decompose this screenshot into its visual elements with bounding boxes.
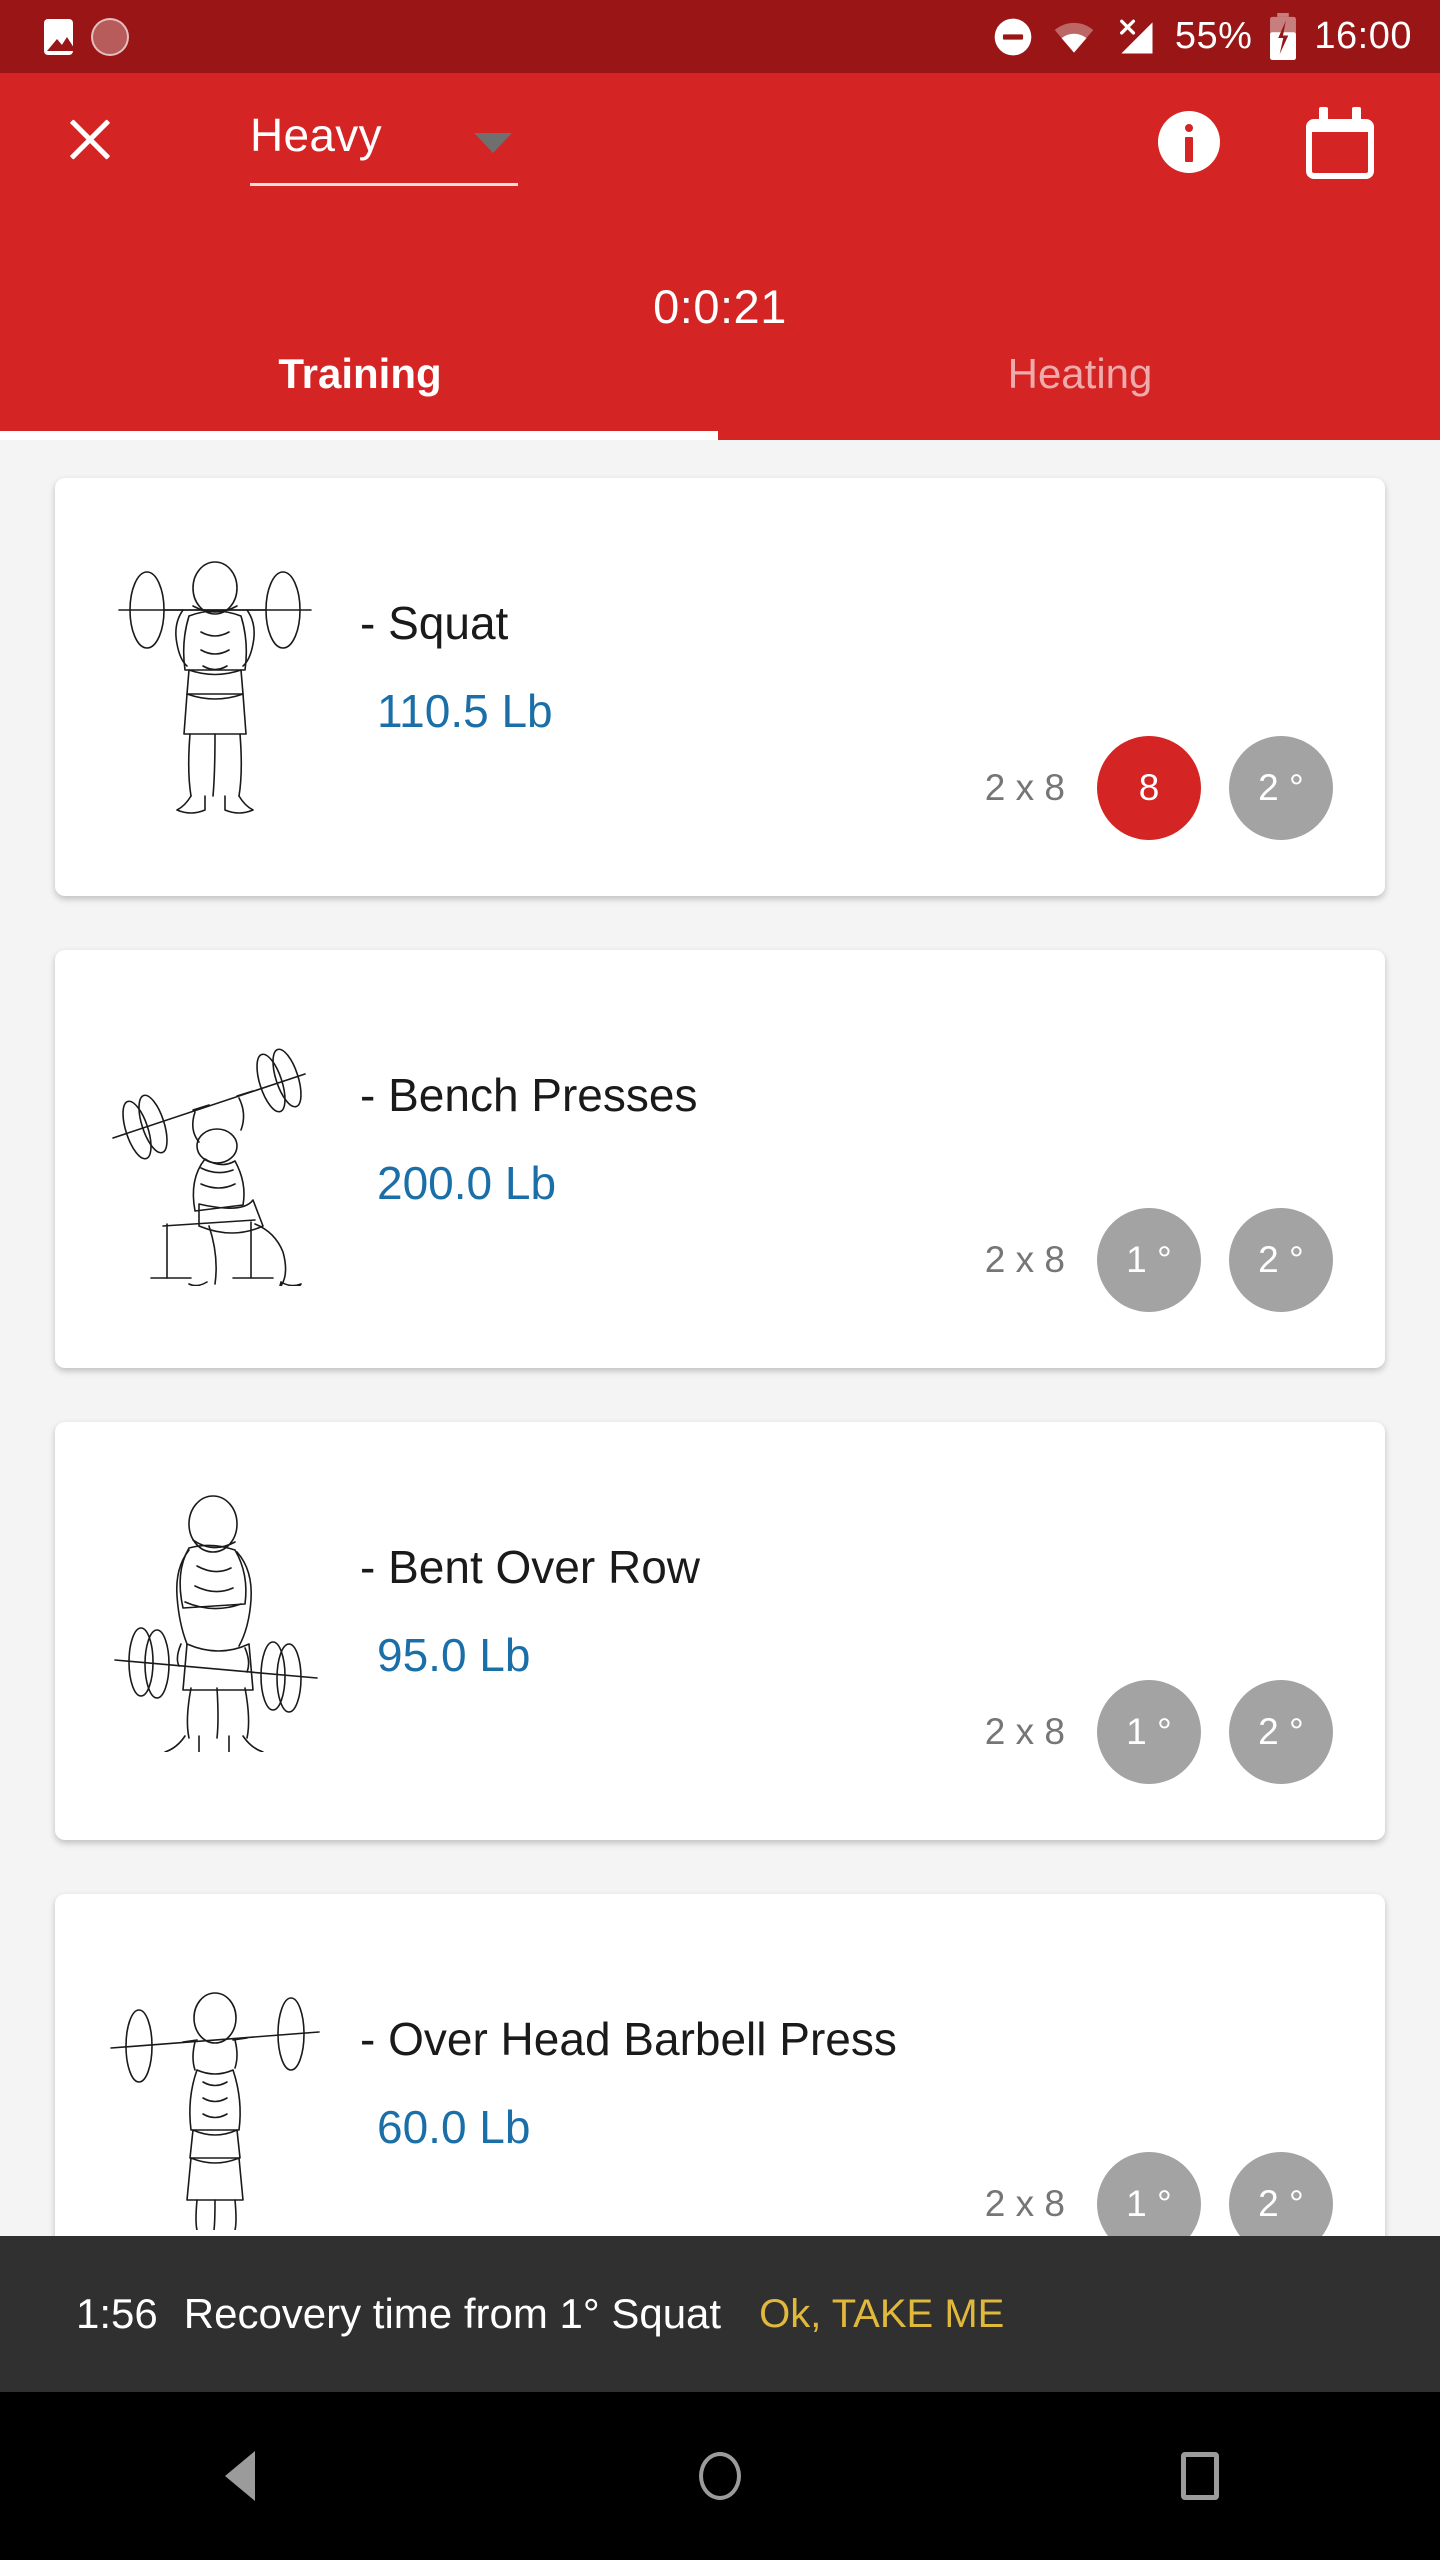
bent-over-row-figure-icon — [105, 1492, 325, 1752]
set-badge-1[interactable]: 1 ° — [1097, 1208, 1201, 1312]
set-controls: 2 x 8 8 2 ° — [985, 736, 1333, 840]
exercise-card-bench-presses[interactable]: - Bench Presses 200.0 Lb 2 x 8 1 ° 2 ° — [55, 950, 1385, 1368]
set-controls: 2 x 8 1 ° 2 ° — [985, 2152, 1333, 2236]
chevron-down-icon — [474, 133, 512, 153]
snackbar-message: Recovery time from 1° Squat — [183, 2290, 722, 2337]
exercise-card-over-head-barbell-press[interactable]: - Over Head Barbell Press 60.0 Lb 2 x 8 … — [55, 1894, 1385, 2236]
exercise-name: - Bent Over Row — [360, 1541, 700, 1593]
exercise-weight: 95.0 Lb — [377, 1629, 531, 1681]
set-badge-1[interactable]: 1 ° — [1097, 1680, 1201, 1784]
set-badge-2[interactable]: 2 ° — [1229, 736, 1333, 840]
routine-dropdown[interactable]: Heavy — [250, 103, 518, 186]
exercise-name: - Bench Presses — [360, 1069, 698, 1121]
snackbar-countdown: 1:56 — [76, 2290, 158, 2337]
squat-figure-icon — [105, 554, 325, 814]
recents-button[interactable] — [960, 2392, 1440, 2560]
tab-heating[interactable]: Heating — [720, 322, 1440, 440]
tab-training[interactable]: Training — [0, 322, 720, 440]
calendar-icon[interactable] — [1306, 107, 1374, 179]
exercise-name: - Over Head Barbell Press — [360, 2013, 897, 2065]
exercise-card-squat[interactable]: - Squat 110.5 Lb 2 x 8 8 2 ° — [55, 478, 1385, 896]
exercise-weight: 110.5 Lb — [377, 685, 553, 737]
tab-bar: Training Heating — [0, 322, 1440, 440]
status-bar: 55% 16:00 — [0, 0, 1440, 73]
no-sim-signal-icon — [1119, 19, 1153, 53]
overhead-press-figure-icon — [105, 1970, 325, 2230]
info-icon[interactable] — [1158, 111, 1220, 173]
set-scheme-label: 2 x 8 — [984, 1239, 1065, 1280]
do-not-disturb-icon — [994, 18, 1032, 55]
home-button[interactable] — [480, 2392, 960, 2560]
tab-indicator — [0, 431, 718, 440]
set-badge-2[interactable]: 2 ° — [1229, 2152, 1333, 2236]
home-circle-icon — [699, 2452, 741, 2500]
exercise-list[interactable]: - Squat 110.5 Lb 2 x 8 8 2 ° - Bench Pre… — [0, 440, 1440, 2236]
exercise-card-bent-over-row[interactable]: - Bent Over Row 95.0 Lb 2 x 8 1 ° 2 ° — [55, 1422, 1385, 1840]
exercise-weight: 60.0 Lb — [377, 2101, 531, 2153]
wifi-icon — [1054, 22, 1094, 53]
exercise-name: - Squat — [360, 597, 509, 649]
set-scheme-label: 2 x 8 — [984, 1711, 1065, 1752]
battery-percent-label: 55% — [1174, 15, 1253, 57]
set-badge-1[interactable]: 1 ° — [1097, 2152, 1201, 2236]
set-badge-2[interactable]: 2 ° — [1229, 1208, 1333, 1312]
set-badge-2[interactable]: 2 ° — [1229, 1680, 1333, 1784]
set-controls: 2 x 8 1 ° 2 ° — [985, 1208, 1333, 1312]
screen-record-icon — [91, 17, 129, 56]
routine-name-label: Heavy — [250, 109, 382, 161]
set-badge-1[interactable]: 8 — [1097, 736, 1201, 840]
app-bar-top-row: Heavy — [0, 73, 1440, 203]
recents-square-icon — [1181, 2452, 1219, 2500]
app-bar: Heavy 0:0:21 Training Heating — [0, 73, 1440, 440]
bench-press-figure-icon — [105, 1026, 325, 1286]
set-scheme-label: 2 x 8 — [984, 2183, 1065, 2224]
snackbar-action-button[interactable]: Ok, TAKE ME — [759, 2292, 1004, 2337]
close-icon[interactable] — [62, 111, 118, 167]
photo-icon — [44, 18, 73, 55]
back-triangle-icon — [225, 2451, 255, 2501]
status-bar-right-icons: 55% 16:00 — [991, 12, 1412, 61]
exercise-weight: 200.0 Lb — [377, 1157, 557, 1209]
set-controls: 2 x 8 1 ° 2 ° — [985, 1680, 1333, 1784]
back-button[interactable] — [0, 2392, 480, 2560]
status-bar-left-icons — [44, 17, 991, 56]
recovery-snackbar: 1:56 Recovery time from 1° Squat Ok, TAK… — [0, 2236, 1440, 2392]
app-screen: 55% 16:00 Heavy 0:0:21 Training Heating … — [0, 0, 1440, 2560]
set-scheme-label: 2 x 8 — [984, 767, 1065, 808]
clock-label: 16:00 — [1314, 15, 1412, 57]
android-nav-bar — [0, 2392, 1440, 2560]
battery-charging-icon — [1270, 12, 1297, 60]
